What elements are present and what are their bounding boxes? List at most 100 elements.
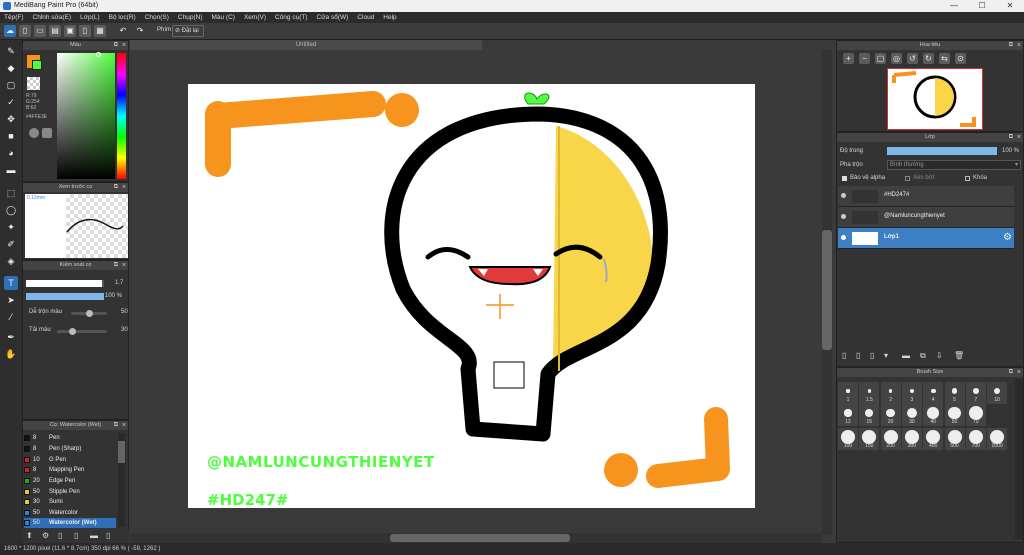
brush-add-icon[interactable]: ▯ xyxy=(58,531,62,540)
eye-icon[interactable] xyxy=(841,214,846,219)
close-button[interactable]: ✕ xyxy=(996,0,1024,12)
select-pen-tool-icon[interactable]: ✐ xyxy=(4,237,18,251)
zoom-in-icon[interactable]: + xyxy=(843,53,854,64)
minimize-button[interactable]: — xyxy=(940,0,968,12)
rotate-left-icon[interactable]: ↺ xyxy=(907,53,918,64)
gear-icon[interactable]: ⚙ xyxy=(1003,232,1012,243)
popout-icon[interactable]: ⧉ xyxy=(114,421,118,430)
brush-size-option[interactable]: 30 xyxy=(901,404,922,426)
menu-color[interactable]: Màu (C) xyxy=(211,14,234,21)
menu-help[interactable]: Help xyxy=(383,14,396,21)
new-8bit-layer-icon[interactable]: ▯ xyxy=(870,351,874,360)
brush-up-icon[interactable]: ⬆ xyxy=(26,531,33,540)
open-icon[interactable]: ▭ xyxy=(34,25,46,37)
eye-icon[interactable] xyxy=(841,193,846,198)
brush-size-option[interactable]: 4 xyxy=(923,382,944,404)
close-panel-icon[interactable]: × xyxy=(1017,368,1021,377)
popout-icon[interactable]: ⧉ xyxy=(1009,368,1013,377)
close-panel-icon[interactable]: × xyxy=(1017,41,1021,50)
brush-size-bar[interactable] xyxy=(26,280,104,287)
document-tab[interactable]: Untitled xyxy=(130,40,482,50)
secondary-color-swatch[interactable] xyxy=(32,60,42,70)
popout-icon[interactable]: ⧉ xyxy=(1009,41,1013,50)
brush-size-option[interactable]: 10 xyxy=(987,382,1008,404)
brush-size-option[interactable]: 7 xyxy=(965,382,986,404)
brush-size-option[interactable]: 700 xyxy=(965,428,986,450)
brush-item[interactable]: 50 Stipple Pen xyxy=(24,487,116,497)
flip-icon[interactable]: ⇆ xyxy=(939,53,950,64)
brush-size-option[interactable]: 200 xyxy=(880,428,901,450)
vertical-scrollbar[interactable] xyxy=(822,50,832,535)
brush-item[interactable]: 8 Mapping Pen xyxy=(24,465,116,475)
popout-icon[interactable]: ⧉ xyxy=(114,183,118,192)
brush-copy-icon[interactable]: ▯ xyxy=(74,531,78,540)
menu-tools[interactable]: Công cụ(T) xyxy=(275,14,308,21)
brush-size-option[interactable]: 2 xyxy=(880,382,901,404)
menu-capture[interactable]: Chụp(N) xyxy=(178,14,203,21)
rect-select-tool-icon[interactable]: ▢ xyxy=(4,78,18,92)
close-panel-icon[interactable]: × xyxy=(122,183,126,192)
horizontal-scrollbar[interactable] xyxy=(130,533,822,543)
brush-item[interactable]: 10 G Pen xyxy=(24,455,116,465)
fill-rect-tool-icon[interactable]: ■ xyxy=(4,129,18,143)
brush-size-option[interactable]: 300 xyxy=(901,428,922,450)
close-panel-icon[interactable]: × xyxy=(1017,133,1021,142)
menu-window[interactable]: Cửa sổ(W) xyxy=(317,14,349,21)
move-tool-icon[interactable]: ✥ xyxy=(4,112,18,126)
hue-slider[interactable] xyxy=(117,53,126,179)
grid-icon[interactable]: ▦ xyxy=(94,25,106,37)
layer-blend-select[interactable]: Bình thường ▾ xyxy=(887,160,1021,170)
brush-item[interactable]: 20 Edge Pen xyxy=(24,476,116,486)
trash-icon[interactable]: 🗑 xyxy=(954,351,964,360)
new-layer-icon[interactable]: ▯ xyxy=(842,351,846,360)
brush-size-option[interactable]: 100 xyxy=(838,428,858,450)
brush-size-option[interactable]: 1 xyxy=(838,382,858,404)
reset-button[interactable]: ⊘ Đặt lại xyxy=(172,25,204,37)
menu-filter[interactable]: Bộ lọc(R) xyxy=(109,14,136,21)
dot-tool-icon[interactable]: ✓ xyxy=(4,95,18,109)
brush-opacity-bar[interactable] xyxy=(26,293,104,300)
reload-slider-knob[interactable] xyxy=(69,328,76,335)
navigator-thumbnail[interactable] xyxy=(887,68,983,130)
select-tool-icon[interactable]: ⬚ xyxy=(4,186,18,200)
select-eraser-tool-icon[interactable]: ◈ xyxy=(4,254,18,268)
document-canvas[interactable]: @NAMLUNCUNGTHIENYET #HD247# xyxy=(188,84,755,509)
eye-icon[interactable] xyxy=(841,235,846,240)
lasso-tool-icon[interactable]: ◯ xyxy=(4,203,18,217)
redo-icon[interactable]: ↷ xyxy=(134,25,146,37)
close-panel-icon[interactable]: × xyxy=(122,421,126,430)
popout-icon[interactable]: ⧉ xyxy=(114,261,118,270)
popout-icon[interactable]: ⧉ xyxy=(1009,133,1013,142)
brush-size-option[interactable]: 40 xyxy=(923,404,944,426)
menu-layer[interactable]: Lớp(L) xyxy=(80,14,99,21)
brush-size-option[interactable]: 20 xyxy=(880,404,901,426)
dropper-tool-icon[interactable]: ⁄ xyxy=(4,310,18,324)
fit-icon[interactable]: ▢ xyxy=(875,53,886,64)
rotate-right-icon[interactable]: ↻ xyxy=(923,53,934,64)
brush-item[interactable]: 50 Watercolor xyxy=(24,508,116,518)
transparent-color-swatch[interactable] xyxy=(27,77,40,90)
undo-icon[interactable]: ↶ xyxy=(117,25,129,37)
brush-list-scroll-thumb[interactable] xyxy=(118,441,125,463)
menu-view[interactable]: Xem(V) xyxy=(244,14,266,21)
brush-list-scrollbar[interactable] xyxy=(118,433,125,527)
maximize-button[interactable]: ☐ xyxy=(968,0,996,12)
clipping-checkbox[interactable] xyxy=(905,176,910,181)
brush-size-option[interactable]: 3 xyxy=(901,382,922,404)
menu-select[interactable]: Chọn(S) xyxy=(145,14,169,21)
merge-icon[interactable]: ⇩ xyxy=(936,351,943,360)
brush-size-option[interactable]: 150 xyxy=(859,428,880,450)
brush-item-selected[interactable]: 50 Watercolor (Wet) xyxy=(24,518,116,528)
popout-icon[interactable]: ⧉ xyxy=(114,41,118,50)
brush-size-option[interactable]: 12 xyxy=(838,404,858,426)
lock-checkbox[interactable] xyxy=(965,176,970,181)
brush-size-option[interactable]: 400 xyxy=(923,428,944,450)
zoom-out-icon[interactable]: − xyxy=(859,53,870,64)
brush-settings-icon[interactable]: ⚙ xyxy=(42,531,49,540)
new-halftone-layer-icon[interactable]: ▯ xyxy=(856,351,860,360)
protect-alpha-checkbox[interactable] xyxy=(842,176,847,181)
brush-size-option[interactable]: 50 xyxy=(944,404,965,426)
brush-size-option[interactable]: 1000 xyxy=(987,428,1008,450)
brush-tool-icon[interactable]: ✎ xyxy=(4,44,18,58)
folder-icon[interactable]: ▬ xyxy=(902,351,910,360)
